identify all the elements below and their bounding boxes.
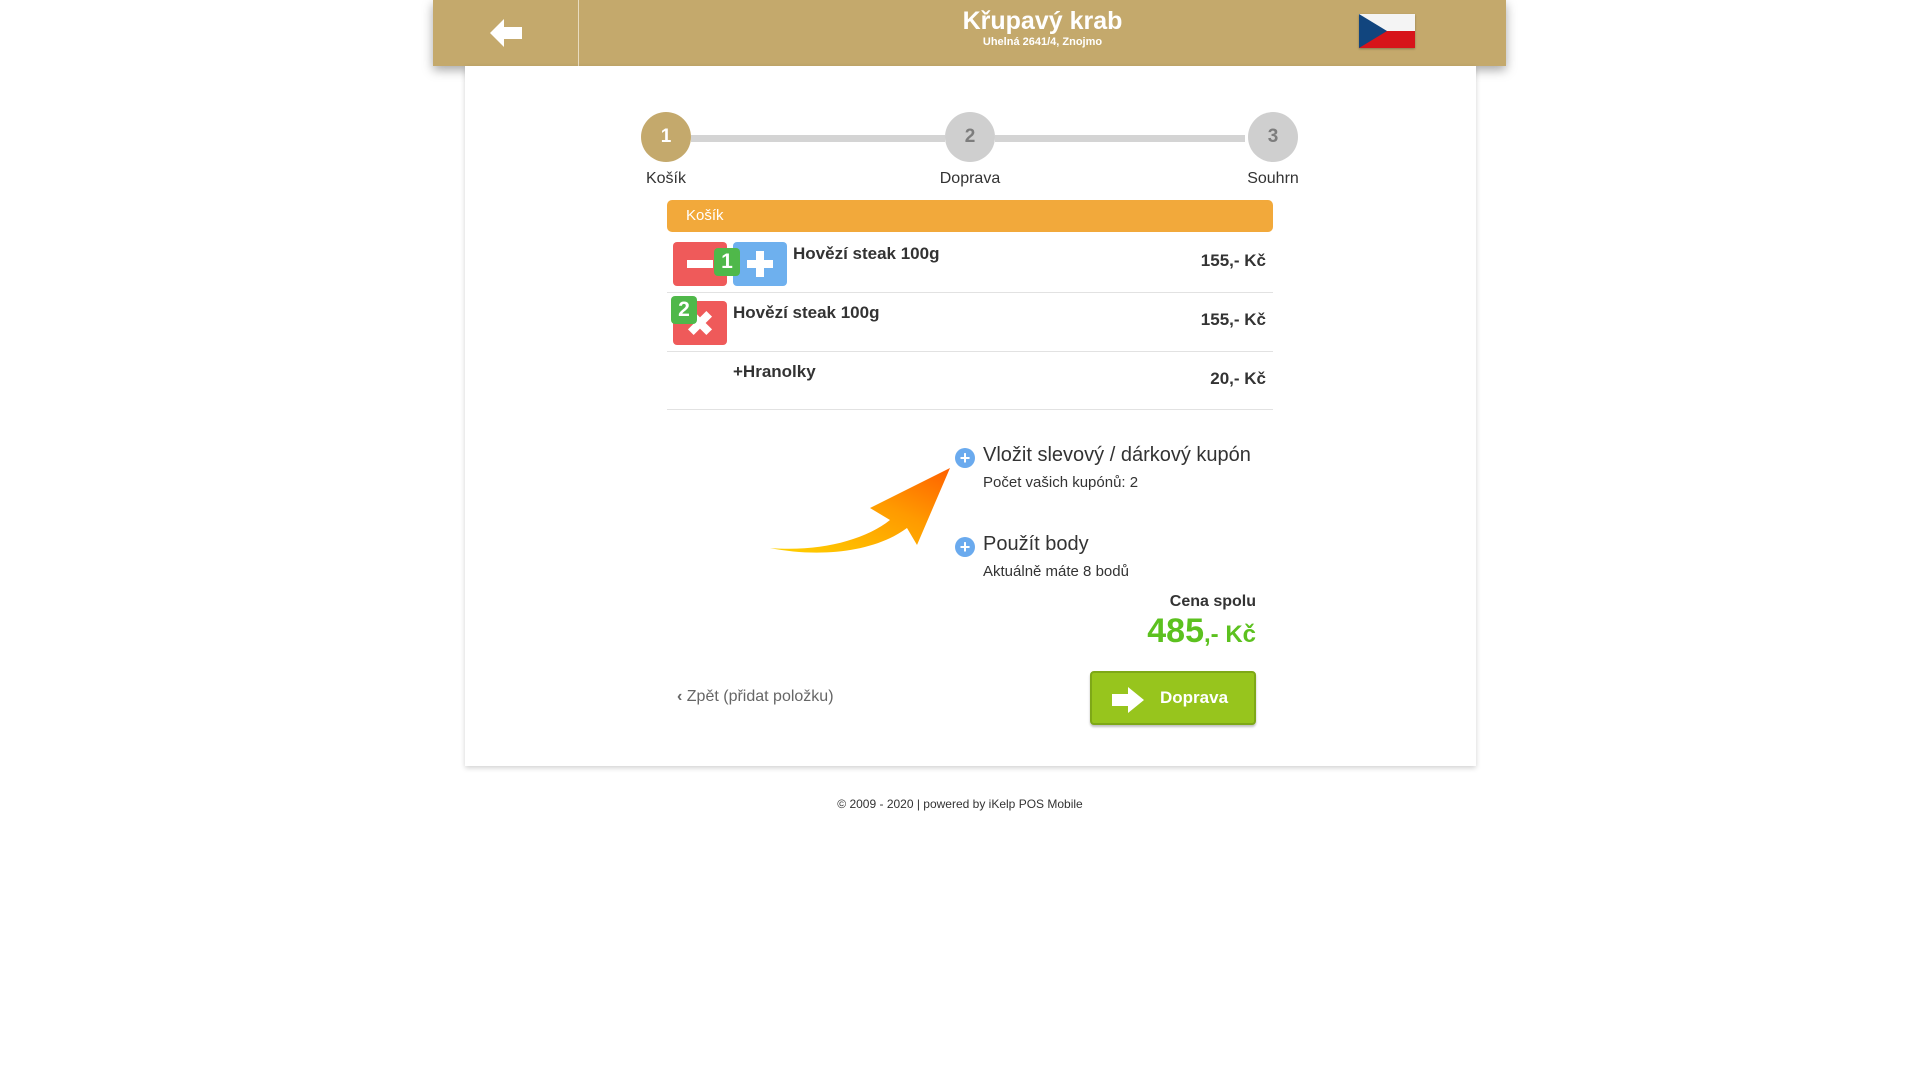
arrow-right-icon bbox=[1112, 687, 1144, 713]
plus-icon bbox=[747, 251, 773, 277]
plus-circle-icon: + bbox=[955, 448, 975, 468]
cart-row: 1 Hovězí steak 100g 155,- Kč bbox=[667, 232, 1273, 293]
item-price: 20,- Kč bbox=[1210, 369, 1266, 388]
increase-quantity-button[interactable] bbox=[733, 242, 787, 286]
coupon-title[interactable]: Vložit slevový / dárkový kupón bbox=[983, 444, 1251, 467]
chevron-left-icon: ‹ bbox=[677, 688, 683, 705]
next-delivery-button[interactable]: Doprava bbox=[1090, 671, 1256, 725]
points-balance: Aktuálně máte 8 bodů bbox=[983, 563, 1129, 580]
step-2-circle: 2 bbox=[945, 112, 995, 162]
back-arrow-button[interactable] bbox=[433, 0, 579, 66]
pointer-arrow-graphic bbox=[770, 468, 950, 553]
item-price: 155,- Kč bbox=[1200, 310, 1266, 329]
back-add-item-link[interactable]: ‹ Zpět (přidat položku) bbox=[677, 688, 834, 706]
total-label: Cena spolu bbox=[1169, 593, 1256, 610]
cart-row: 2 Hovězí steak 100g 155,- Kč bbox=[667, 293, 1273, 352]
step-2-label: Doprava bbox=[939, 170, 1001, 187]
back-link-label: Zpět (přidat položku) bbox=[686, 688, 834, 705]
header-bar: Křupavý krab Uhelná 2641/4, Znojmo bbox=[433, 0, 1506, 66]
czech-flag-icon[interactable] bbox=[1359, 14, 1415, 48]
item-price: 155,- Kč bbox=[1200, 251, 1266, 270]
coupon-count: Počet vašich kupónů: 2 bbox=[983, 474, 1139, 491]
footer-copyright: © 2009 - 2020 | powered by iKelp POS Mob… bbox=[837, 797, 1083, 811]
plus-circle-icon: + bbox=[955, 537, 975, 557]
coupon-option[interactable]: + Vložit slevový / dárkový kupón Počet v… bbox=[955, 444, 1275, 498]
step-3-circle: 3 bbox=[1248, 112, 1298, 162]
total-amount: 485 bbox=[1147, 612, 1204, 650]
total-price: 485,- Kč bbox=[1147, 612, 1256, 651]
quantity-badge: 2 bbox=[671, 296, 697, 324]
cart-header: Košík bbox=[667, 200, 1273, 232]
quantity-badge: 1 bbox=[714, 248, 740, 276]
points-option[interactable]: + Použít body Aktuálně máte 8 bodů bbox=[955, 533, 1275, 587]
cart-row: +Hranolky 20,- Kč bbox=[667, 352, 1273, 410]
step-1-label: Košík bbox=[645, 170, 686, 187]
arrow-left-icon bbox=[489, 19, 522, 47]
step-3-label: Souhrn bbox=[1247, 170, 1299, 187]
next-button-label: Doprava bbox=[1160, 688, 1229, 707]
total-currency: ,- Kč bbox=[1203, 621, 1256, 648]
step-connector bbox=[691, 135, 945, 142]
item-name: Hovězí steak 100g bbox=[793, 244, 940, 263]
item-name: Hovězí steak 100g bbox=[733, 303, 880, 322]
points-title[interactable]: Použít body bbox=[983, 533, 1089, 556]
step-connector bbox=[995, 135, 1245, 142]
step-1-circle: 1 bbox=[641, 112, 691, 162]
item-addon-name: +Hranolky bbox=[733, 362, 816, 381]
